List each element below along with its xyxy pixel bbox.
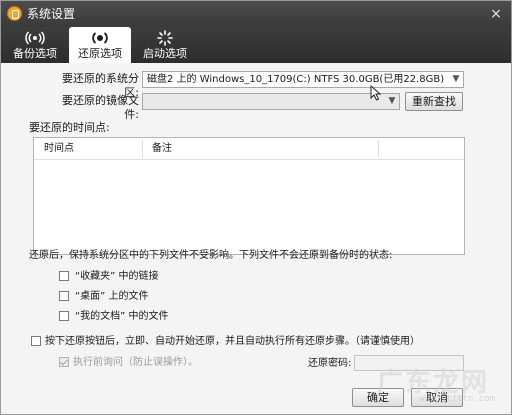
favorites-label: “收藏夹” 中的链接 <box>75 271 159 282</box>
desktop-checkbox[interactable] <box>59 291 69 301</box>
broadcast-icon <box>5 29 65 47</box>
password-input[interactable] <box>354 355 464 371</box>
title-bar: 系统设置 × <box>1 1 511 27</box>
close-button[interactable]: × <box>487 5 505 23</box>
ok-button[interactable]: 确定 <box>352 388 404 407</box>
image-file-select[interactable]: ▼ <box>142 93 400 110</box>
list-header: 时间点 备注 <box>34 138 464 160</box>
tab-bar: 备份选项 还原选项 启动选项 <box>1 27 511 63</box>
window-title: 系统设置 <box>27 7 76 21</box>
tab-label: 还原选项 <box>78 47 122 60</box>
restore-options-panel: 要还原的系统分区: 磁盘2 上的 Windows_10_1709(C:) NTF… <box>1 63 511 414</box>
documents-checkbox[interactable] <box>59 311 69 321</box>
tab-label: 启动选项 <box>143 47 187 60</box>
spinner-icon <box>135 29 195 47</box>
confirm-before-run-label: 执行前询问（防止误操作）。 <box>73 357 198 368</box>
column-divider <box>378 140 379 158</box>
desktop-label: “桌面” 上的文件 <box>75 291 149 302</box>
image-file-label: 要还原的镜像文件: <box>62 94 139 121</box>
chevron-down-icon: ▼ <box>452 74 460 84</box>
mouse-cursor-icon <box>370 85 382 101</box>
tab-boot-options[interactable]: 启动选项 <box>135 27 195 63</box>
chevron-down-icon: ▼ <box>388 96 396 106</box>
timepoint-list[interactable]: 时间点 备注 <box>33 137 465 255</box>
auto-restore-label: 按下还原按钮后，立即、自动开始还原，并且自动执行所有还原步骤。（请谨慎使用） <box>45 336 420 347</box>
preserve-note: 还原后，保持系统分区中的下列文件不受影响。下列文件不会还原到备份时的状态: <box>29 250 393 261</box>
confirm-before-run-checkbox[interactable] <box>59 357 69 367</box>
favorites-checkbox[interactable] <box>59 271 69 281</box>
column-note[interactable]: 备注 <box>152 142 172 156</box>
tab-label: 备份选项 <box>13 47 57 60</box>
settings-window: 系统设置 × 备份选项 还原选项 启动选项 要还原的系统分区: 磁盘2 上的 W… <box>0 0 512 415</box>
tab-restore-options[interactable]: 还原选项 <box>69 27 131 63</box>
partition-select[interactable]: 磁盘2 上的 Windows_10_1709(C:) NTFS 30.0GB(已… <box>142 71 464 88</box>
cancel-button[interactable]: 取消 <box>411 388 463 407</box>
research-button[interactable]: 重新查找 <box>405 92 463 111</box>
column-divider <box>142 140 143 158</box>
tab-backup-options[interactable]: 备份选项 <box>5 27 65 63</box>
timepoint-label: 要还原的时间点: <box>29 121 110 134</box>
app-logo-icon <box>7 6 22 21</box>
auto-restore-checkbox[interactable] <box>31 336 41 346</box>
target-icon <box>69 29 131 47</box>
password-label: 还原密码: <box>308 358 352 369</box>
partition-value: 磁盘2 上的 Windows_10_1709(C:) NTFS 30.0GB(已… <box>147 74 445 85</box>
documents-label: “我的文档” 中的文件 <box>75 311 169 322</box>
column-timepoint[interactable]: 时间点 <box>44 142 74 156</box>
